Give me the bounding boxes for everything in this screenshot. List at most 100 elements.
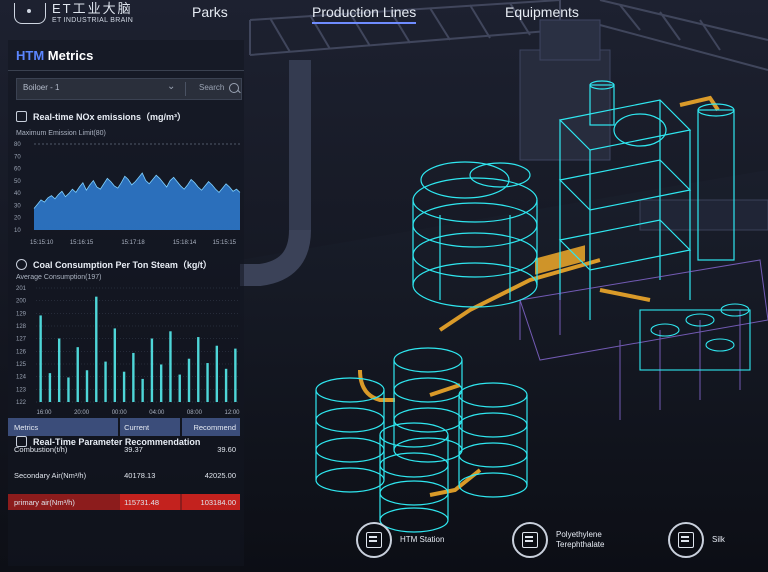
station-pet-label: Polyethylene Terephthalate xyxy=(556,530,604,550)
y-tick-label: 124 xyxy=(16,375,27,381)
boiler-select-value: Boiloer - 1 xyxy=(23,83,60,92)
coal-bar xyxy=(57,338,61,402)
logo: ET工业大脑 ET INDUSTRIAL BRAIN xyxy=(14,2,133,24)
panel-title-rest: Metrics xyxy=(47,48,94,63)
x-tick-label: 20:00 xyxy=(74,410,90,416)
chevron-down-icon[interactable]: ⌄ xyxy=(167,81,175,92)
coal-bar xyxy=(39,315,42,402)
divider xyxy=(8,70,244,71)
y-tick-label: 10 xyxy=(14,228,21,234)
y-tick-label: 70 xyxy=(14,154,21,160)
station-silk-circle[interactable] xyxy=(668,522,704,558)
y-tick-label: 123 xyxy=(16,387,27,393)
row-current: 40178.13 xyxy=(124,470,156,480)
y-tick-label: 122 xyxy=(16,400,27,406)
coal-bar xyxy=(197,337,200,402)
y-tick-label: 128 xyxy=(16,324,27,330)
row-current: 115731.48 xyxy=(120,494,181,510)
nav-parks[interactable]: Parks xyxy=(192,4,228,20)
row-metric: primary air(Nm³/h) xyxy=(14,497,75,507)
boiler-select[interactable]: Boiloer - 1 ⌄ Search xyxy=(16,78,242,100)
col-metrics: Metrics xyxy=(8,418,119,436)
x-tick-label: 15:17:18 xyxy=(121,240,145,246)
recommend-table: Metrics Current Recommend Combustion(t/h… xyxy=(8,418,240,510)
row-metric: Secondary Air(Nm³/h) xyxy=(14,470,87,480)
row-recommend: 103184.00 xyxy=(182,494,240,510)
panel-title: HTM Metrics xyxy=(16,48,93,63)
coal-bar xyxy=(67,377,70,402)
swap-icon xyxy=(678,532,694,548)
station-pet-circle[interactable] xyxy=(512,522,548,558)
coal-section-title: Coal Consumption Per Ton Steam（kg/t） xyxy=(16,258,212,271)
x-tick-label: 15:15:15 xyxy=(213,240,237,246)
top-bar: ET工业大脑 ET INDUSTRIAL BRAIN Parks Product… xyxy=(0,0,768,28)
x-tick-label: 16:00 xyxy=(36,410,52,416)
search-icon[interactable] xyxy=(229,83,239,93)
coal-bar xyxy=(215,345,219,402)
row-recommend: 42025.00 xyxy=(204,470,236,480)
coal-bar xyxy=(85,370,89,402)
station-silk-label: Silk xyxy=(712,535,725,544)
col-current: Current xyxy=(120,418,181,436)
line-chart-icon xyxy=(16,111,27,122)
coal-bar xyxy=(150,338,154,402)
coal-bar xyxy=(187,358,191,402)
y-tick-label: 60 xyxy=(14,167,21,173)
coal-bar xyxy=(76,347,79,402)
y-tick-label: 201 xyxy=(16,286,27,292)
x-tick-label: 15:15:10 xyxy=(30,240,54,246)
coal-bar xyxy=(178,374,181,402)
station-silk[interactable]: Silk xyxy=(668,522,725,558)
y-tick-label: 125 xyxy=(16,362,27,368)
coal-chart: 201 200 129 128 127 126 125 124 123 122 16:00 20:00… xyxy=(16,286,240,416)
y-tick-label: 129 xyxy=(16,311,27,317)
divider xyxy=(185,82,186,96)
coal-bar xyxy=(169,331,172,402)
x-tick-label: 12:00 xyxy=(224,410,240,416)
row-current: 39.37 xyxy=(124,444,143,454)
coal-bar xyxy=(122,371,126,402)
nox-title: Real-time NOx emissions（mg/m³） xyxy=(33,112,187,122)
nav-production-lines[interactable]: Production Lines xyxy=(312,4,417,24)
x-tick-label: 04:00 xyxy=(149,410,165,416)
station-htm-circle[interactable] xyxy=(356,522,392,558)
station-icon xyxy=(366,532,382,548)
table-row-alert[interactable]: primary air(Nm³/h) 115731.48 103184.00 xyxy=(8,494,240,510)
gauge-icon xyxy=(16,259,27,270)
coal-bar xyxy=(206,363,209,402)
coal-bar xyxy=(224,368,228,402)
station-pet-label-line2: Terephthalate xyxy=(556,540,605,549)
coal-bar xyxy=(95,296,98,402)
y-tick-label: 126 xyxy=(16,349,27,355)
table-row[interactable]: Secondary Air(Nm³/h) 40178.13 42025.00 xyxy=(8,462,240,488)
search-button[interactable]: Search xyxy=(199,83,224,92)
coal-bar xyxy=(159,364,163,402)
factory-icon xyxy=(522,532,538,548)
logo-subtitle: ET INDUSTRIAL BRAIN xyxy=(52,17,134,24)
nav-equipments[interactable]: Equipments xyxy=(505,4,579,20)
panel-title-accent: HTM xyxy=(16,48,45,63)
coal-bar xyxy=(141,378,144,402)
row-metric: Combustion(t/h) xyxy=(14,444,68,454)
y-tick-label: 200 xyxy=(16,299,27,305)
y-tick-label: 80 xyxy=(14,142,21,148)
station-pet[interactable]: Polyethylene Terephthalate xyxy=(512,522,604,558)
coal-title: Coal Consumption Per Ton Steam（kg/t） xyxy=(33,260,212,270)
x-tick-label: 00:00 xyxy=(112,410,128,416)
coal-bar xyxy=(234,348,237,402)
x-tick-label: 08:00 xyxy=(187,410,203,416)
table-row[interactable]: Combustion(t/h) 39.37 39.60 xyxy=(8,436,240,462)
coal-bar xyxy=(104,361,107,402)
x-tick-label: 15:18:14 xyxy=(173,240,197,246)
nox-chart: 80 70 60 50 40 30 20 10 15:15:10 15:16:15 15:17:18… xyxy=(14,142,241,246)
y-tick-label: 40 xyxy=(14,191,21,197)
logo-mark-icon xyxy=(14,2,46,24)
coal-bar xyxy=(48,373,52,402)
station-pet-label-line1: Polyethylene xyxy=(556,530,602,539)
station-htm[interactable]: HTM Station xyxy=(356,522,444,558)
nox-limit-label: Maximum Emission Limit(80) xyxy=(16,130,106,137)
x-tick-label: 15:16:15 xyxy=(70,240,94,246)
nox-section-title: Real-time NOx emissions（mg/m³） xyxy=(16,110,186,123)
y-tick-label: 30 xyxy=(14,203,21,209)
y-tick-label: 127 xyxy=(16,337,27,343)
